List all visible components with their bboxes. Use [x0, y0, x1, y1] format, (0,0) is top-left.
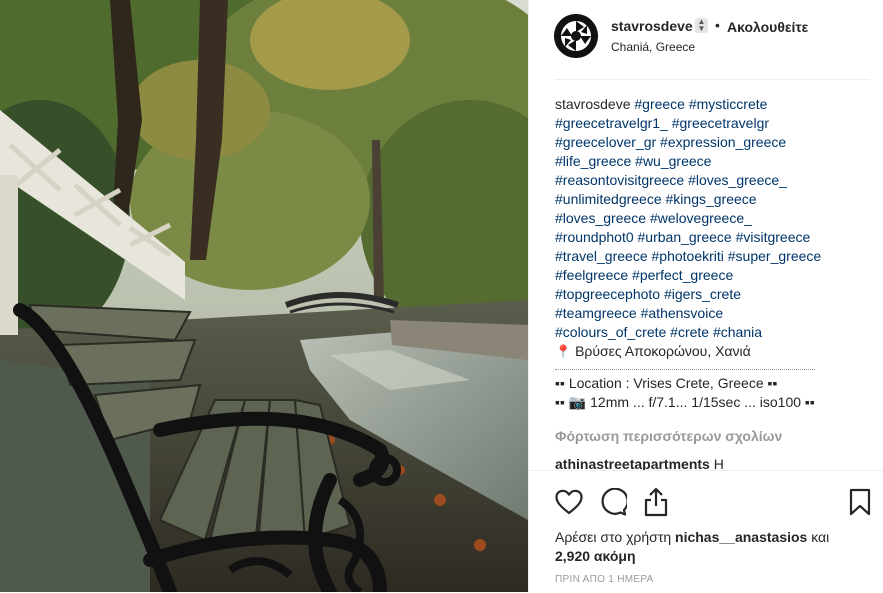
likes-count[interactable]: 2,920 ακόμη [555, 548, 636, 564]
caption-place-text: Βρύσες Αποκορώνου, Χανιά [575, 343, 751, 359]
post-photo[interactable] [0, 0, 528, 592]
bookmark-icon[interactable] [849, 488, 871, 516]
load-more-comments-button[interactable]: Φόρτωση περισσότερων σχολίων [555, 428, 782, 444]
caption-line: stavrosdeve #greece #mysticcrete [555, 95, 871, 114]
caption-location-line: ▪▪ Location : Vrises Crete, Greece ▪▪ [555, 375, 778, 391]
caption-camera-line: ▪▪ 📷 12mm ... f/7.1... 1/15sec ... iso10… [555, 394, 815, 410]
avatar[interactable] [554, 14, 598, 58]
hashtag-line[interactable]: #travel_greece #photoekriti #super_greec… [555, 247, 871, 266]
post-sidebar: stavrosdeve ▲ ▼ • Ακολουθείτε Chaniá, Gre… [528, 0, 883, 593]
likes-user[interactable]: nichas__anastasios [675, 529, 807, 545]
likes-conjunction: και [811, 529, 830, 545]
post-timestamp[interactable]: ΠΡΙΝ ΑΠΟ 1 ΗΜΕΡΑ [555, 574, 654, 585]
caption-username[interactable]: stavrosdeve [555, 96, 630, 112]
post-actions: Αρέσει στο χρήστη nichas__anastasios και… [529, 470, 883, 593]
camera-shutter-icon [554, 14, 598, 58]
header-separator: • [715, 17, 720, 33]
hashtag-line[interactable]: #colours_of_crete #crete #chania [555, 323, 871, 342]
caption: stavrosdeve #greece #mysticcrete #greece… [555, 95, 871, 412]
hashtag-line[interactable]: #teamgreece #athensvoice [555, 304, 871, 323]
header-divider [555, 79, 870, 80]
hashtag-line[interactable]: #loves_greece #welovegreece_ [555, 209, 871, 228]
hashtag-line[interactable]: #unlimitedgreece #kings_greece [555, 190, 871, 209]
hashtag-line[interactable]: #life_greece #wu_greece [555, 152, 871, 171]
post-header: stavrosdeve ▲ ▼ • Ακολουθείτε Chaniá, Gre… [529, 0, 883, 80]
round-pushpin-icon: 📍 [555, 344, 572, 359]
caption-place-line: 📍 Βρύσες Αποκορώνου, Χανιά [555, 342, 871, 361]
following-button[interactable]: Ακολουθείτε [727, 19, 808, 35]
hashtag-line[interactable]: #greecetravelgr1_ #greecetravelgr [555, 114, 871, 133]
hashtag-line[interactable]: #topgreecephoto #igers_crete [555, 285, 871, 304]
likes-summary: Αρέσει στο χρήστη nichas__anastasios και… [555, 528, 865, 566]
likes-prefix: Αρέσει στο χρήστη [555, 529, 672, 545]
post-location[interactable]: Chaniá, Greece [611, 40, 695, 54]
share-icon[interactable] [643, 487, 669, 517]
instagram-post: stavrosdeve ▲ ▼ • Ακολουθείτε Chaniá, Gre… [0, 0, 883, 593]
caption-divider [555, 363, 815, 370]
hashtag-line[interactable]: #roundphot0 #urban_greece #visitgreece [555, 228, 871, 247]
park-bench-photo [0, 0, 528, 592]
hashtag-line[interactable]: #reasontovisitgreece #loves_greece_ [555, 171, 871, 190]
heart-icon[interactable] [555, 489, 583, 515]
hashtag-line[interactable]: #greece #mysticcrete [634, 96, 767, 112]
account-switch-icon: ▲ ▼ [695, 18, 708, 33]
comment-icon[interactable] [599, 488, 627, 516]
hashtag-line[interactable]: #feelgreece #perfect_greece [555, 266, 871, 285]
hashtag-line[interactable]: #greecelover_gr #expression_greece [555, 133, 871, 152]
header-username[interactable]: stavrosdeve [611, 18, 693, 34]
